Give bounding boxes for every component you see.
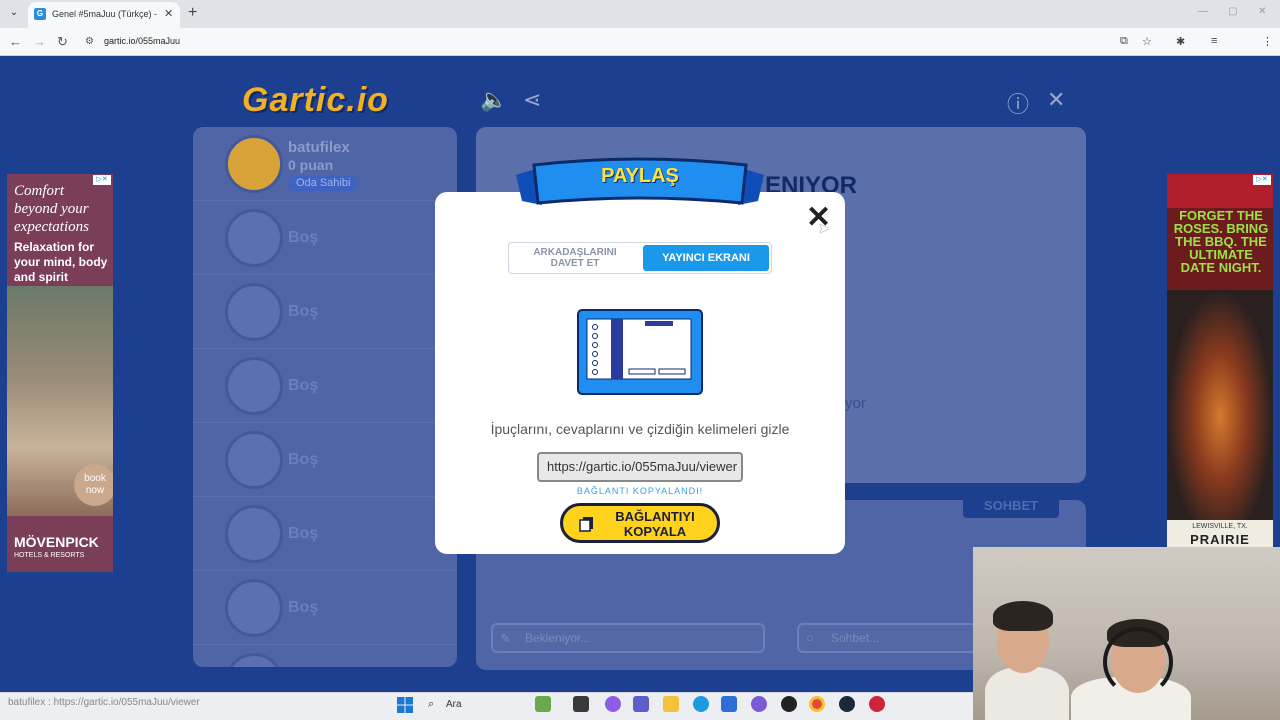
reload-icon[interactable]: ↻: [57, 34, 68, 50]
browser-tab-bar: ⌄ G Genel #5maJuu (Türkçe) - Gartic ✕ + …: [0, 0, 1280, 28]
edge-icon[interactable]: [693, 696, 709, 712]
address-bar: ← → ↻ ⚙ gartic.io/055maJuu ⧉ ☆ ✱ ≡ ⋮: [0, 28, 1280, 76]
mouse-cursor-icon: ➤: [818, 220, 830, 236]
extensions-icon[interactable]: ✱: [1176, 35, 1185, 48]
install-icon[interactable]: ⧉: [1120, 35, 1128, 48]
tab-favicon-icon: G: [34, 8, 46, 20]
tab-streamer-screen[interactable]: YAYINCI EKRANI: [643, 245, 769, 271]
copy-link-button[interactable]: BAĞLANTIYI KOPYALA: [560, 503, 720, 543]
copilot-icon[interactable]: [605, 696, 621, 712]
chrome-icon[interactable]: [809, 696, 825, 712]
new-tab-icon[interactable]: +: [188, 4, 197, 22]
window-close-icon[interactable]: ✕: [1258, 6, 1266, 17]
app-icon[interactable]: [781, 696, 797, 712]
viewer-url-field[interactable]: https://gartic.io/055maJuu/viewer: [537, 452, 743, 482]
person-left-hair: [993, 601, 1053, 631]
copy-link-label: BAĞLANTIYI KOPYALA: [615, 509, 695, 539]
link-copied-message: BAĞLANTI KOPYALANDI!: [576, 486, 704, 496]
steam-icon[interactable]: [839, 696, 855, 712]
status-bar-url: batufilex : https://gartic.io/055maJuu/v…: [8, 697, 200, 708]
bookmark-star-icon[interactable]: ☆: [1142, 35, 1152, 48]
menu-icon[interactable]: ⋮: [1262, 35, 1273, 48]
streamer-screen-illustration: [577, 309, 703, 395]
media-icon[interactable]: ≡: [1211, 35, 1217, 47]
hint-text: İpuçlarını, cevaplarını ve çizdiğin keli…: [490, 421, 790, 437]
forward-icon[interactable]: →: [33, 34, 46, 49]
tab-search-icon[interactable]: ⌄: [6, 5, 22, 21]
windows-start-icon[interactable]: [397, 697, 413, 713]
teams-icon[interactable]: [633, 696, 649, 712]
app-red-icon[interactable]: [869, 696, 885, 712]
webcam-overlay: [973, 547, 1280, 720]
site-info-icon[interactable]: ⚙: [85, 36, 94, 47]
browser-tab[interactable]: G Genel #5maJuu (Türkçe) - Gartic ✕: [28, 2, 180, 28]
tab-title: Genel #5maJuu (Türkçe) - Gartic: [52, 9, 160, 19]
tab-close-icon[interactable]: ✕: [164, 7, 173, 20]
store-icon[interactable]: [721, 696, 737, 712]
widgets-icon[interactable]: [535, 696, 551, 712]
headset-icon: [1103, 627, 1173, 697]
person-left-body: [985, 667, 1069, 720]
discord-icon[interactable]: [751, 696, 767, 712]
taskbar-search-label[interactable]: Ara: [446, 699, 462, 710]
back-icon[interactable]: ←: [9, 34, 22, 49]
url-field[interactable]: gartic.io/055maJuu: [104, 36, 180, 46]
modal-title: PAYLAŞ: [601, 165, 679, 187]
tab-invite-friends[interactable]: ARKADAŞLARINI DAVET ET: [521, 247, 629, 269]
copy-icon: [579, 517, 593, 532]
minimize-icon[interactable]: —: [1198, 6, 1208, 17]
maximize-icon[interactable]: ▢: [1228, 6, 1237, 17]
file-explorer-icon[interactable]: [663, 696, 679, 712]
share-tabs: ARKADAŞLARINI DAVET ET YAYINCI EKRANI: [508, 242, 772, 274]
taskbar-search-icon[interactable]: ⌕: [428, 698, 434, 711]
task-view-icon[interactable]: [573, 696, 589, 712]
